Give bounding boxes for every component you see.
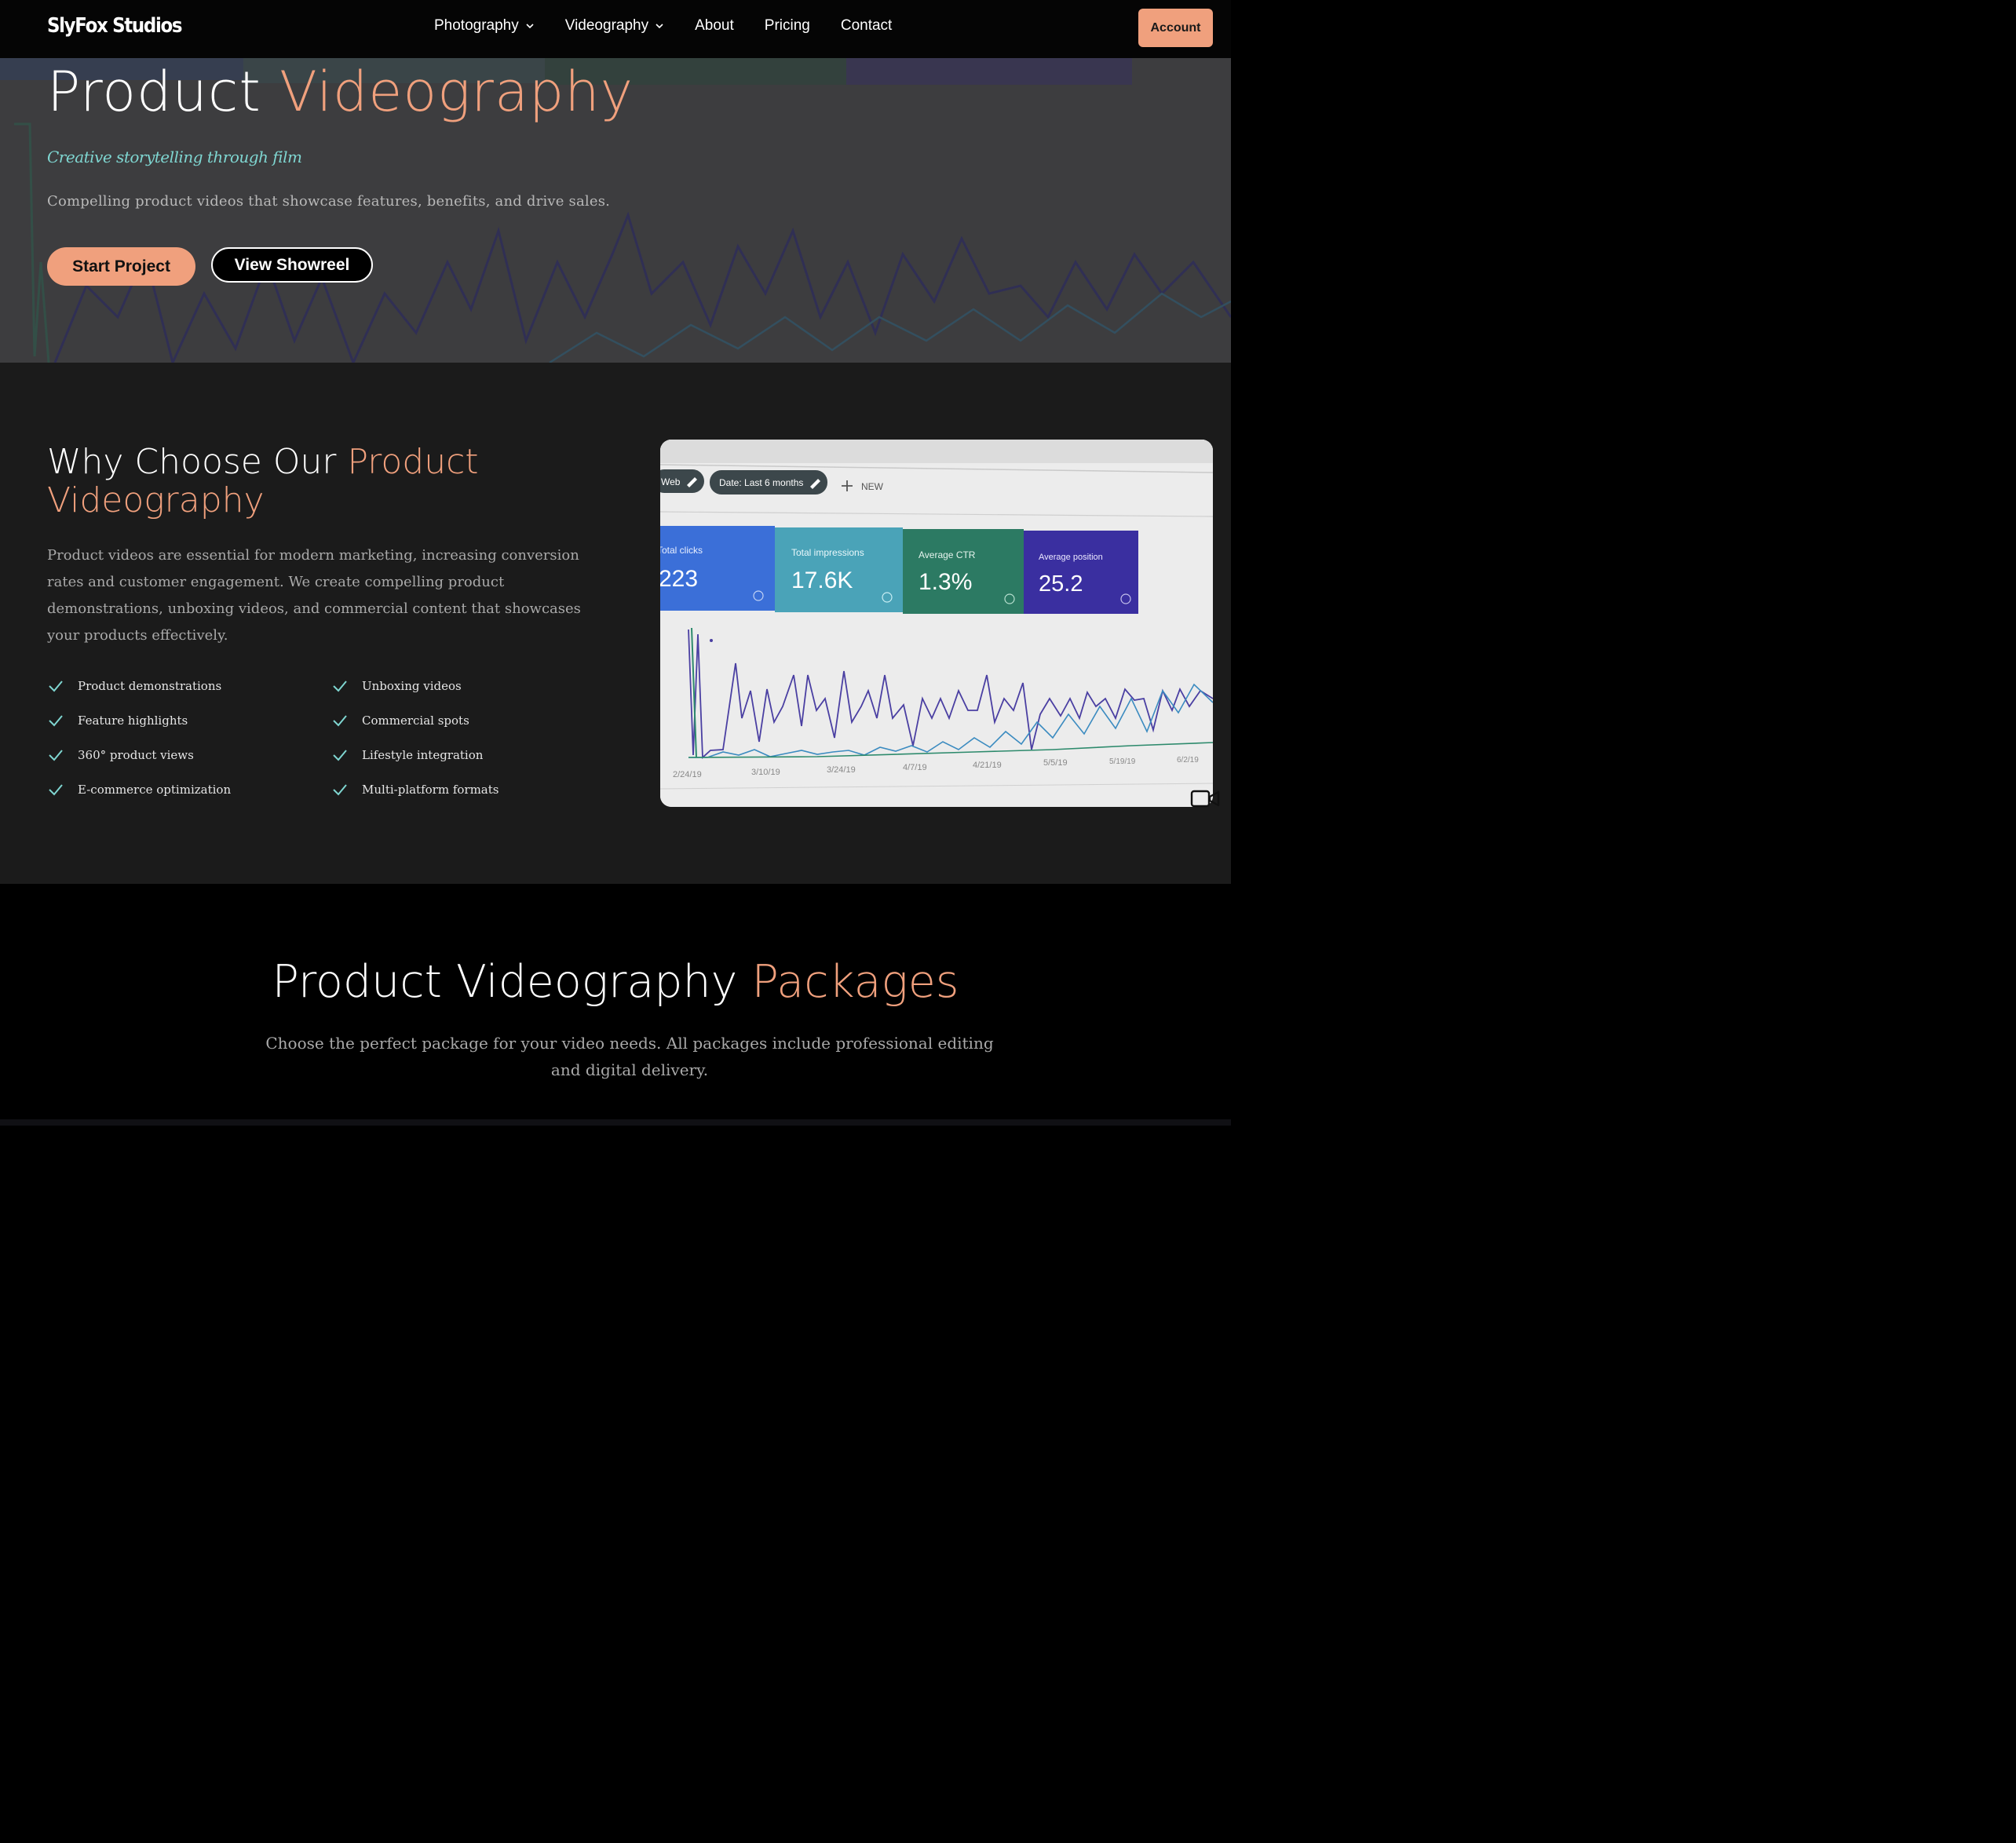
chip-date-range: Date: Last 6 months — [719, 477, 803, 488]
check-icon — [49, 784, 63, 796]
check-icon — [333, 715, 347, 727]
next-section-edge — [0, 1119, 1231, 1126]
feature-label: E-commerce optimization — [78, 783, 232, 797]
metric-label-clicks: Total clicks — [660, 545, 703, 556]
date-label: 6/2/19 — [1177, 756, 1199, 765]
metric-value-clicks: 223 — [660, 566, 698, 592]
metric-value-position: 25.2 — [1039, 571, 1083, 597]
nav-item-photography[interactable]: Photography — [434, 17, 535, 35]
section-title-main: Why Choose Our — [47, 442, 337, 482]
nav-item-label: Photography — [434, 17, 519, 34]
feature-label: 360° product views — [78, 748, 194, 762]
feature-item: 360° product views — [47, 746, 331, 765]
main-menu: Photography Videography About Pricing Co… — [434, 17, 922, 35]
page-title-accent: Videography — [279, 60, 634, 124]
metric-label-position: Average position — [1039, 553, 1103, 562]
feature-label: Lifestyle integration — [362, 748, 484, 762]
packages-description: Choose the perfect package for your vide… — [265, 1034, 994, 1079]
check-icon — [333, 784, 347, 796]
feature-label: Multi-platform formats — [362, 783, 499, 797]
view-showreel-button[interactable]: View Showreel — [211, 247, 373, 283]
date-label: 2/24/19 — [673, 770, 702, 779]
date-label: 3/10/19 — [751, 768, 780, 777]
nav-item-label: Videography — [564, 17, 649, 34]
feature-label: Product demonstrations — [78, 679, 222, 693]
top-navigation: SlyFox Studios Photography Videography A… — [0, 0, 1231, 58]
chip-web: Web — [661, 476, 681, 487]
hero-description: Compelling product videos that showcase … — [47, 193, 611, 210]
hero-tagline: Creative storytelling through film — [47, 148, 302, 166]
date-label: 4/7/19 — [903, 763, 927, 772]
hero-section: Product Videography Creative storytellin… — [0, 58, 1231, 363]
date-label: 4/21/19 — [973, 761, 1002, 770]
start-project-button[interactable]: Start Project — [47, 247, 195, 286]
metric-value-ctr: 1.3% — [919, 569, 972, 595]
nav-item-contact[interactable]: Contact — [841, 17, 892, 35]
brand-logo[interactable]: SlyFox Studios — [47, 14, 182, 38]
date-label: 5/5/19 — [1043, 758, 1068, 768]
feature-label: Feature highlights — [78, 713, 188, 728]
check-icon — [333, 750, 347, 761]
date-label: 3/24/19 — [827, 765, 856, 775]
account-button[interactable]: Account — [1138, 9, 1213, 47]
feature-item: Commercial spots — [331, 711, 612, 730]
packages-section: Product Videography Packages Choose the … — [0, 884, 1231, 1119]
check-icon — [49, 715, 63, 727]
nav-item-about[interactable]: About — [695, 17, 734, 35]
metric-label-ctr: Average CTR — [919, 549, 976, 560]
check-icon — [49, 750, 63, 761]
chip-new: NEW — [861, 481, 884, 492]
feature-item: Unboxing videos — [331, 677, 612, 695]
feature-label: Commercial spots — [362, 713, 469, 728]
section-description: Product videos are essential for modern … — [47, 547, 581, 644]
video-camera-icon — [1190, 790, 1220, 808]
analytics-dashboard-image: Web Date: Last 6 months NEW Total clicks… — [660, 440, 1213, 807]
page-title-main: Product — [47, 60, 261, 124]
nav-item-pricing[interactable]: Pricing — [765, 17, 810, 35]
packages-title-main: Product Videography — [272, 956, 738, 1008]
nav-item-videography[interactable]: Videography — [565, 17, 664, 35]
check-icon — [333, 681, 347, 692]
feature-item: Multi-platform formats — [331, 780, 612, 799]
nav-item-label: Contact — [840, 17, 893, 34]
why-choose-section: Why Choose Our Product Videography Produ… — [0, 363, 1231, 884]
metric-label-impressions: Total impressions — [791, 547, 864, 558]
packages-title-accent: Packages — [751, 956, 959, 1008]
check-icon — [49, 681, 63, 692]
feature-item: Lifestyle integration — [331, 746, 612, 765]
packages-title: Product Videography Packages — [0, 956, 1231, 1008]
nav-item-label: About — [695, 17, 734, 34]
date-label: 5/19/19 — [1109, 757, 1136, 766]
nav-item-label: Pricing — [764, 17, 810, 34]
feature-item: Product demonstrations — [47, 677, 331, 695]
chevron-down-icon — [526, 24, 534, 29]
feature-label: Unboxing videos — [362, 679, 462, 693]
feature-item: Feature highlights — [47, 711, 331, 730]
feature-list: Product demonstrations Unboxing videos F… — [47, 677, 612, 799]
feature-item: E-commerce optimization — [47, 780, 331, 799]
dashboard-photo: Web Date: Last 6 months NEW Total clicks… — [660, 440, 1213, 807]
metric-value-impressions: 17.6K — [791, 567, 853, 593]
section-title: Why Choose Our Product Videography — [47, 443, 612, 520]
page-title: Product Videography — [47, 60, 634, 124]
chevron-down-icon — [656, 24, 663, 29]
